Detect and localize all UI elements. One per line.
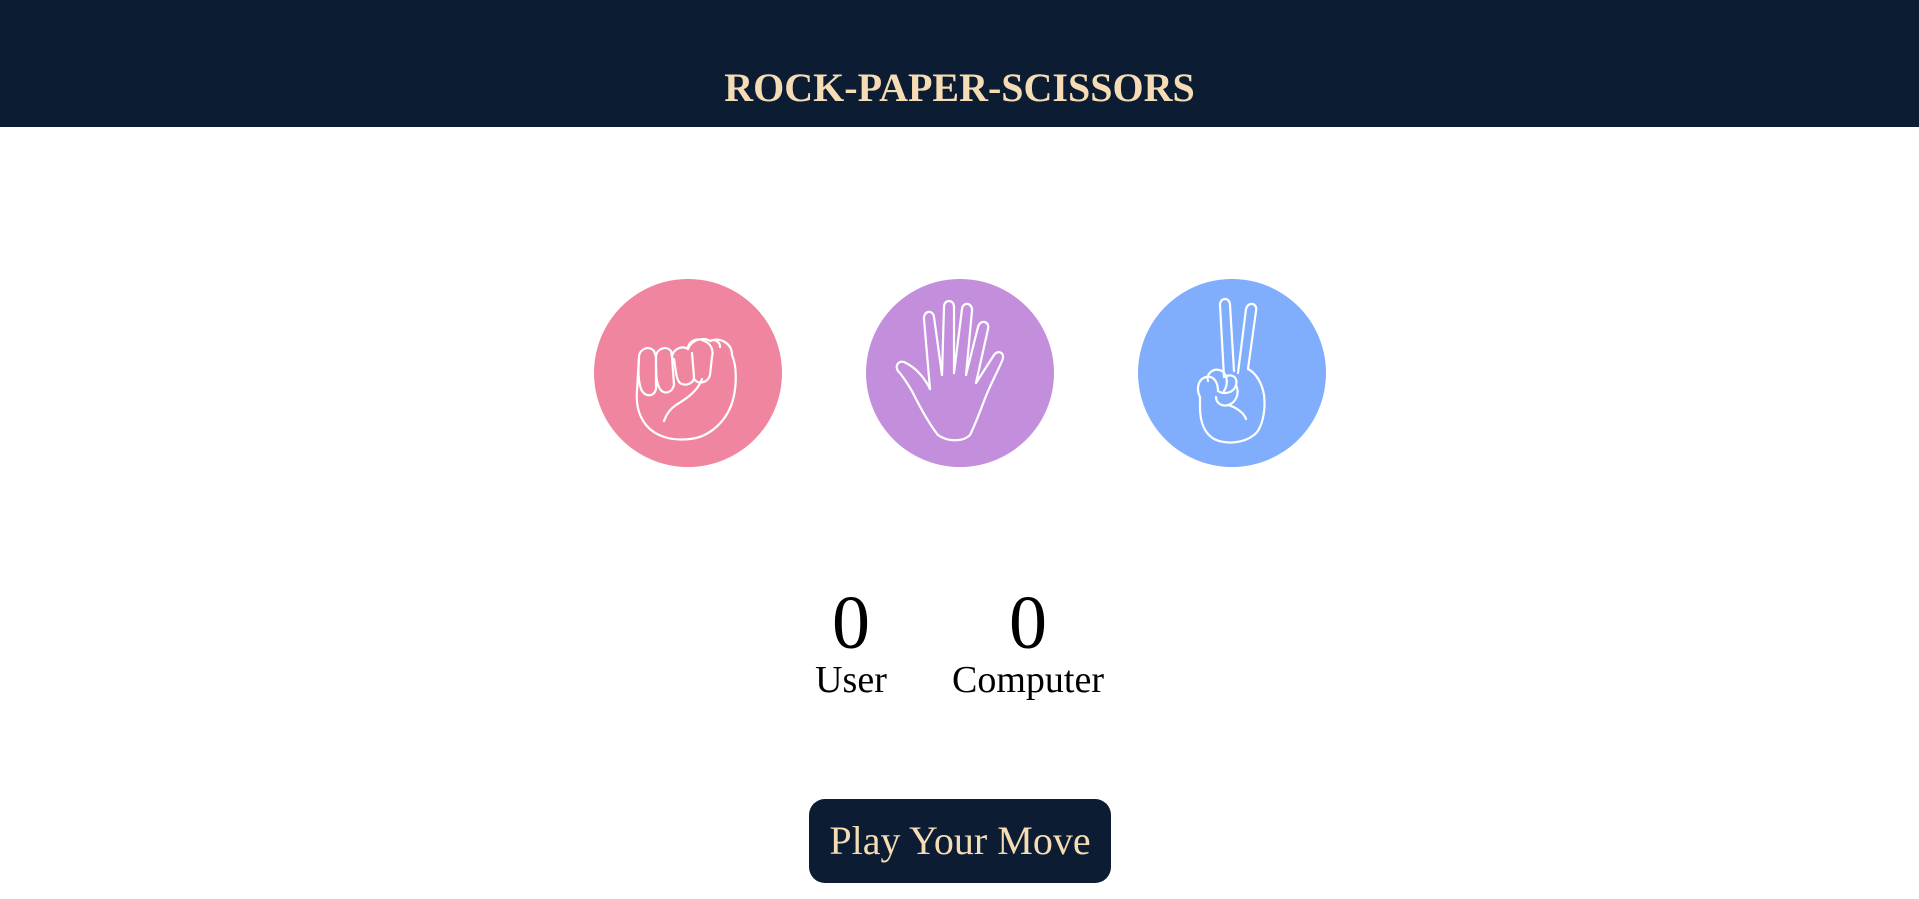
computer-score-value: 0 bbox=[1009, 581, 1047, 665]
play-your-move-button[interactable]: Play Your Move bbox=[809, 799, 1111, 883]
user-score-value: 0 bbox=[832, 581, 870, 665]
page-title: ROCK-PAPER-SCISSORS bbox=[724, 65, 1195, 110]
user-score-label: User bbox=[815, 659, 887, 701]
fist-icon bbox=[635, 338, 737, 441]
open-hand-icon bbox=[895, 299, 1005, 442]
scissors-choice[interactable] bbox=[1138, 279, 1326, 467]
paper-choice[interactable] bbox=[866, 279, 1054, 467]
computer-score-panel: 0 Computer bbox=[938, 580, 1118, 702]
rock-choice[interactable] bbox=[594, 279, 782, 467]
computer-score-label: Computer bbox=[952, 659, 1104, 701]
peace-hand-icon bbox=[1196, 297, 1266, 444]
header-bar: ROCK-PAPER-SCISSORS bbox=[0, 0, 1919, 127]
user-score-panel: 0 User bbox=[800, 580, 902, 702]
